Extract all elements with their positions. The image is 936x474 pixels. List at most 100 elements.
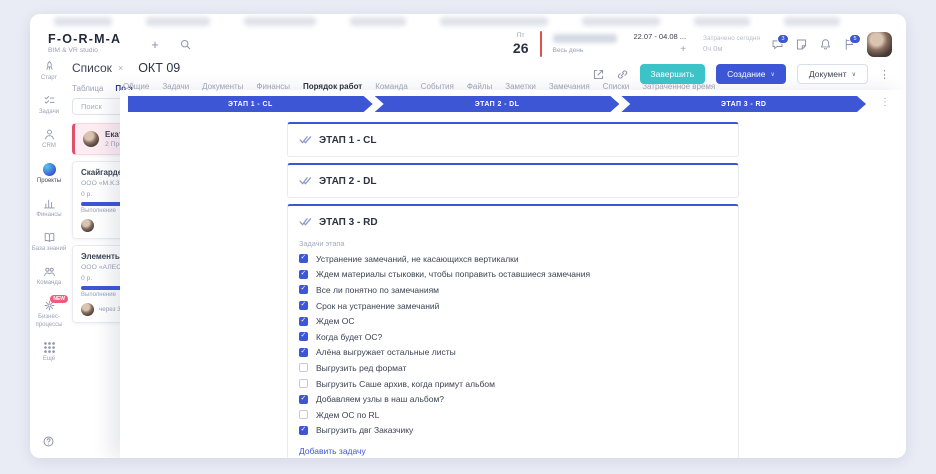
link-icon[interactable] [616, 68, 629, 81]
chat-badge: 3 [777, 33, 789, 44]
sidebar-item-team[interactable]: Команда [30, 265, 68, 287]
stage-chevron[interactable]: ЭТАП 2 - DL [375, 96, 620, 112]
sidebar-item-projects[interactable]: Проекты [30, 162, 68, 185]
date-range: 22.07 - 04.08 ... [633, 31, 687, 41]
create-button[interactable]: Создание ∨ [716, 64, 786, 84]
checkbox[interactable] [299, 300, 308, 311]
page-tab-документы[interactable]: Документы [202, 82, 243, 91]
tracker-label: Затрачено сегодня [703, 34, 760, 42]
task-row[interactable]: Когда будет ОС? [299, 329, 727, 345]
page-tab-команда[interactable]: Команда [375, 82, 408, 91]
tracker-value: 0ч 0м [703, 44, 723, 53]
stage-card-title: ЭТАП 1 - CL [319, 134, 377, 146]
stage-card-1[interactable]: ЭТАП 1 - CL [287, 122, 739, 157]
calendar-day[interactable]: Пт 26 [513, 33, 529, 55]
page-tab-задачи[interactable]: Задачи [162, 82, 189, 91]
due-text: через 3 [99, 306, 121, 313]
sidebar-item-finances[interactable]: Финансы [30, 197, 68, 219]
sidebar-item-crm[interactable]: CRM [30, 128, 68, 150]
task-row[interactable]: Добавляем узлы в наш альбом? [299, 391, 727, 407]
checkbox[interactable] [299, 363, 308, 373]
page-tab-порядок-работ[interactable]: Порядок работ [303, 82, 362, 91]
view-tab[interactable]: Таблица [72, 84, 103, 93]
logo-title: F-O-R-M-A [48, 32, 122, 47]
add-icon[interactable]: + [151, 37, 159, 52]
page-tab-файлы[interactable]: Файлы [467, 82, 492, 91]
checkbox[interactable] [299, 284, 308, 295]
checkbox[interactable] [299, 379, 308, 389]
task-row[interactable]: Ждем ОС [299, 313, 727, 329]
time-tracker: Затрачено сегодня 0ч 0м [703, 34, 760, 53]
document-button[interactable]: Документ ∨ [796, 64, 868, 84]
weekday-label: Пт [516, 32, 525, 40]
search-icon[interactable] [179, 38, 192, 51]
checkbox[interactable] [299, 410, 308, 420]
task-row[interactable]: Выгрузить ред формат [299, 360, 727, 376]
all-day-label: Весь день [552, 47, 584, 54]
event-block[interactable]: Весь день [552, 34, 623, 54]
task-row[interactable]: Ждем материалы стыковки, чтобы поправить… [299, 267, 727, 283]
sidebar-item-bizproc[interactable]: Бизнес-процессы NEW [30, 295, 68, 328]
logo: F-O-R-M-A BIM & VR studio [48, 33, 121, 54]
add-task-link[interactable]: Добавить задачу [299, 446, 366, 456]
work-order-panel: ЭТАП 1 - CL ЭТАП 2 - DL ЭТАП 3 - RD ⋮ ЭТАП… [120, 90, 906, 458]
chat-button[interactable]: 3 [771, 33, 789, 51]
bell-icon[interactable] [819, 38, 832, 51]
checkbox[interactable] [299, 394, 308, 404]
stage-card-3: ЭТАП 3 - RD Задачи этапа Устранение заме… [287, 204, 739, 458]
checkbox[interactable] [299, 347, 308, 357]
sidebar-item-start[interactable]: Старт [30, 60, 68, 82]
close-icon[interactable]: × [118, 63, 123, 73]
notes-icon[interactable] [795, 38, 808, 51]
page-title: ОКТ 09 [138, 61, 181, 75]
tasks-section-label: Задачи этапа [299, 239, 345, 248]
user-avatar[interactable] [867, 31, 892, 57]
help-icon[interactable] [42, 435, 55, 448]
stage-chevron[interactable]: ЭТАП 1 - CL [128, 96, 373, 112]
sidebar-item-tasks[interactable]: Задачи [30, 94, 68, 116]
checkbox[interactable] [299, 253, 308, 264]
task-row[interactable]: Ждем ОС по RL [299, 407, 727, 423]
open-external-icon[interactable] [592, 68, 605, 81]
double-check-icon [299, 172, 312, 190]
crm-icon [43, 128, 56, 141]
day-number: 26 [512, 39, 529, 56]
page-tab-замечания[interactable]: Замечания [549, 82, 590, 91]
task-row[interactable]: Выгрузить Саше архив, когда примут альбо… [299, 376, 727, 392]
page-tab-финансы[interactable]: Финансы [256, 82, 290, 91]
finances-icon [43, 197, 56, 210]
avatar [81, 303, 94, 316]
mentions-button[interactable]: 5 [843, 33, 861, 51]
tab-list[interactable]: Список × [72, 61, 123, 75]
checkbox[interactable] [299, 269, 308, 279]
stage-card-title: ЭТАП 3 - RD [319, 216, 378, 228]
date-range-block: 22.07 - 04.08 ... + [634, 33, 687, 56]
top-header: F-O-R-M-A BIM & VR studio + Пт 26 Весь д… [48, 26, 892, 62]
task-row[interactable]: Алёна выгружает остальные листы [299, 345, 727, 361]
task-row[interactable]: Срок на устранение замечаний [299, 298, 727, 314]
redacted-event-title [552, 34, 617, 43]
finish-button[interactable]: Завершить [639, 64, 706, 84]
page-tab-заметки[interactable]: Заметки [505, 82, 536, 91]
page-tab-общие[interactable]: Общие [123, 82, 149, 91]
task-row[interactable]: Все ли понятно по замечаниям [299, 282, 727, 298]
chevron-down-icon: ∨ [851, 71, 856, 78]
task-row[interactable]: Устранение замечаний, не касающихся верт… [299, 251, 727, 267]
stage-chevron[interactable]: ЭТАП 3 - RD [621, 96, 866, 112]
tasks-icon [43, 94, 56, 107]
checkbox[interactable] [299, 425, 308, 435]
new-badge: NEW [50, 295, 68, 304]
stages-more-icon[interactable]: ⋮ [880, 98, 890, 108]
task-list: Устранение замечаний, не касающихся верт… [299, 251, 727, 438]
add-event-icon[interactable]: + [634, 45, 686, 55]
mentions-badge: 5 [849, 33, 861, 44]
sidebar-item-more[interactable]: Ещё [30, 341, 68, 363]
task-row[interactable]: Выгрузить двг Заказчику [299, 423, 727, 439]
more-actions-icon[interactable]: ⋮ [879, 68, 890, 81]
checkbox[interactable] [299, 316, 308, 326]
page-tab-события[interactable]: События [421, 82, 454, 91]
app-window: F-O-R-M-A BIM & VR studio + Пт 26 Весь д… [30, 14, 906, 458]
sidebar-item-knowledge[interactable]: База знаний [30, 231, 68, 253]
stage-card-2[interactable]: ЭТАП 2 - DL [287, 163, 739, 198]
checkbox[interactable] [299, 331, 308, 342]
